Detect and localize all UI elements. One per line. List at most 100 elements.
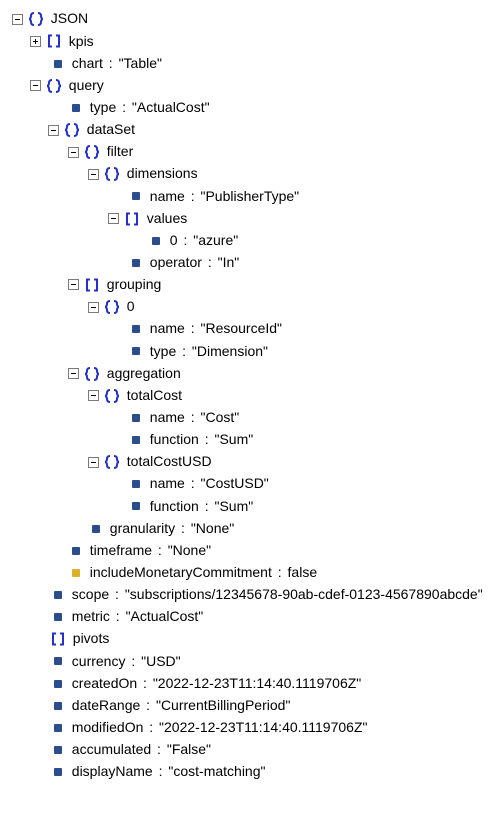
node-grouping-0-name[interactable]: name : "ResourceId" [110,318,490,340]
node-totalcostusd-function[interactable]: function : "Sum" [110,495,490,517]
node-include-monetary[interactable]: includeMonetaryCommitment : false [50,562,490,584]
node-totalcost-function[interactable]: function : "Sum" [110,429,490,451]
node-dimensions-name[interactable]: name : "PublisherType" [110,185,490,207]
node-label: timeframe : "None" [90,540,211,562]
braces-icon [85,367,99,381]
node-query-type[interactable]: type : "ActualCost" [50,97,490,119]
node-label: name : "PublisherType" [150,186,299,208]
spacer-icon [112,412,123,423]
spacer-icon [34,767,45,778]
leaf-icon [54,613,62,621]
collapse-icon[interactable] [88,390,99,401]
collapse-icon[interactable] [108,213,119,224]
node-filter[interactable]: filter [66,141,490,163]
node-totalcost-name[interactable]: name : "Cost" [110,407,490,429]
collapse-icon[interactable] [88,169,99,180]
node-daterange[interactable]: dateRange : "CurrentBillingPeriod" [32,694,490,716]
node-label: totalCostUSD [127,451,212,473]
node-grouping[interactable]: grouping [66,274,490,296]
node-label: kpis [69,31,94,53]
node-values[interactable]: values [106,207,490,229]
node-label: type : "Dimension" [150,341,268,363]
node-aggregation[interactable]: aggregation [66,362,490,384]
node-createdon[interactable]: createdOn : "2022-12-23T11:14:40.1119706… [32,672,490,694]
leaf-icon [152,237,160,245]
braces-icon [65,123,79,137]
collapse-icon[interactable] [12,14,23,25]
node-label: filter [107,141,133,163]
braces-icon [47,79,61,93]
node-timeframe[interactable]: timeframe : "None" [50,539,490,561]
node-grouping-0[interactable]: 0 [86,296,490,318]
brackets-icon [47,34,61,48]
leaf-icon [132,259,140,267]
node-label: grouping [107,274,162,296]
node-pivots[interactable]: pivots [32,628,490,650]
collapse-icon[interactable] [68,147,79,158]
node-label: function : "Sum" [150,429,253,451]
spacer-icon [34,634,45,645]
spacer-icon [132,235,143,246]
leaf-icon [54,746,62,754]
node-label: name : "CostUSD" [150,473,269,495]
braces-icon [105,167,119,181]
node-query[interactable]: query [28,74,490,96]
spacer-icon [52,545,63,556]
collapse-icon[interactable] [88,302,99,313]
collapse-icon[interactable] [88,457,99,468]
node-label: createdOn : "2022-12-23T11:14:40.1119706… [72,673,361,695]
collapse-icon[interactable] [48,125,59,136]
spacer-icon [112,257,123,268]
collapse-icon[interactable] [30,80,41,91]
node-dimensions[interactable]: dimensions [86,163,490,185]
node-scope[interactable]: scope : "subscriptions/12345678-90ab-cde… [32,584,490,606]
node-totalcostusd-name[interactable]: name : "CostUSD" [110,473,490,495]
braces-icon [105,389,119,403]
brackets-icon [51,632,65,646]
node-label: values [147,208,187,230]
node-accumulated[interactable]: accumulated : "False" [32,739,490,761]
node-kpis[interactable]: kpis [28,30,490,52]
node-grouping-0-type[interactable]: type : "Dimension" [110,340,490,362]
node-label: accumulated : "False" [72,739,211,761]
leaf-icon [72,104,80,112]
node-totalcostusd[interactable]: totalCostUSD [86,451,490,473]
node-values-0[interactable]: 0 : "azure" [130,229,490,251]
expand-icon[interactable] [30,36,41,47]
braces-icon [105,300,119,314]
collapse-icon[interactable] [68,279,79,290]
leaf-icon [54,657,62,665]
node-label: name : "Cost" [150,407,239,429]
node-operator[interactable]: operator : "In" [110,252,490,274]
node-granularity[interactable]: granularity : "None" [70,517,490,539]
leaf-icon [132,192,140,200]
node-totalcost[interactable]: totalCost [86,384,490,406]
collapse-icon[interactable] [68,368,79,379]
leaf-icon [132,347,140,355]
spacer-icon [34,722,45,733]
node-dataset[interactable]: dataSet [46,119,490,141]
brackets-icon [85,278,99,292]
node-label: totalCost [127,385,182,407]
node-label: type : "ActualCost" [90,97,210,119]
node-metric[interactable]: metric : "ActualCost" [32,606,490,628]
node-label: JSON [51,8,88,30]
leaf-icon [54,724,62,732]
node-modifiedon[interactable]: modifiedOn : "2022-12-23T11:14:40.111970… [32,717,490,739]
node-label: name : "ResourceId" [150,318,282,340]
node-displayname[interactable]: displayName : "cost-matching" [32,761,490,783]
node-label: dimensions [127,163,198,185]
spacer-icon [112,324,123,335]
leaf-icon [54,680,62,688]
node-label: query [69,75,104,97]
leaf-icon [54,702,62,710]
spacer-icon [34,656,45,667]
spacer-icon [72,523,83,534]
node-json-root[interactable]: JSON [10,8,490,30]
spacer-icon [34,58,45,69]
node-label: 0 : "azure" [170,230,238,252]
spacer-icon [112,479,123,490]
node-currency[interactable]: currency : "USD" [32,650,490,672]
node-chart[interactable]: chart : "Table" [32,52,490,74]
leaf-icon [54,60,62,68]
